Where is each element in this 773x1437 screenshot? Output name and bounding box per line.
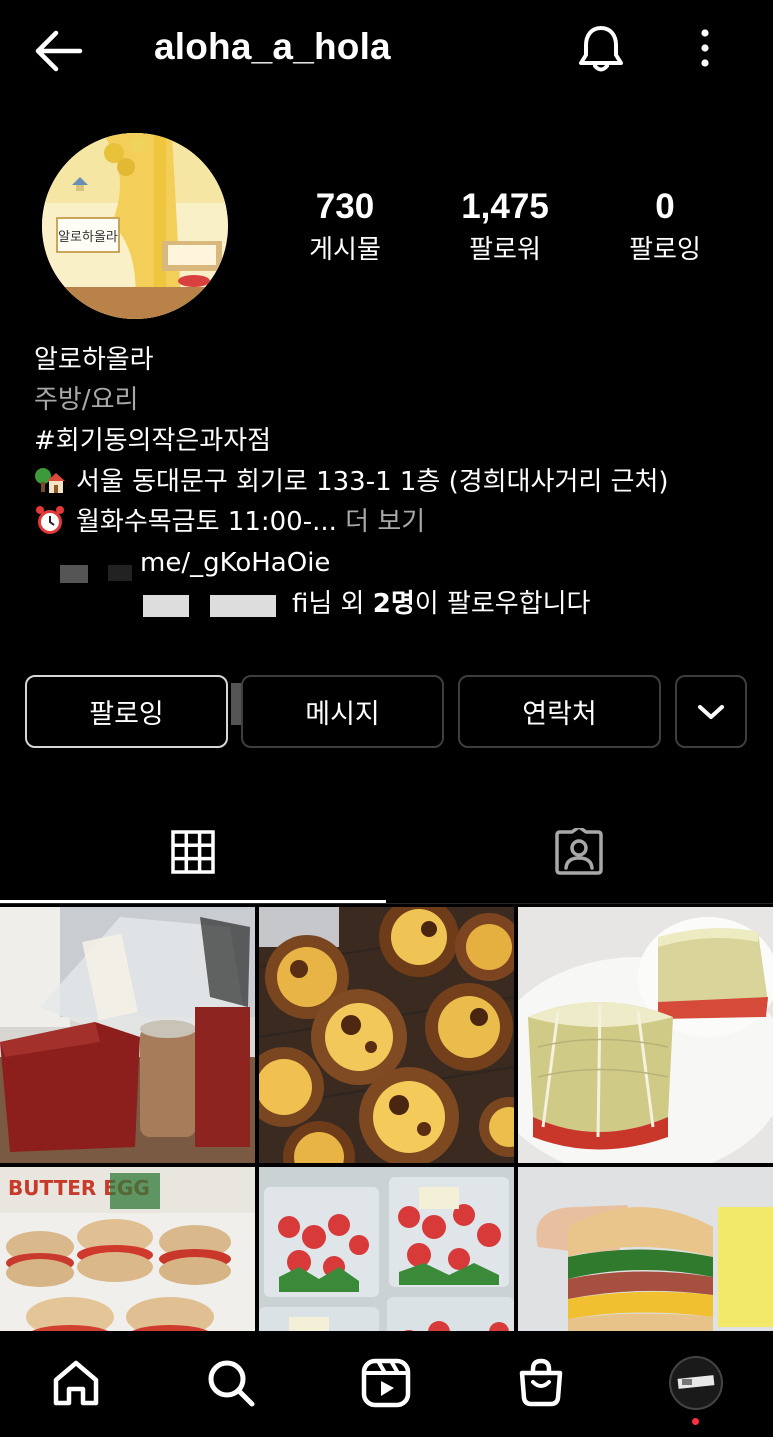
profile-hours-line: 월화수목금토 11:00-... 더 보기: [34, 502, 764, 542]
profile-link[interactable]: me/_gKoHaOie: [140, 543, 773, 583]
profile-name: 알로하올라: [34, 345, 154, 375]
link-redaction: [60, 565, 88, 583]
house-with-garden-emoji: [35, 468, 65, 493]
following-count[interactable]: 0 팔로잉: [595, 186, 735, 270]
chevron-down-icon: [698, 704, 724, 719]
followed-by-suffix: 이 팔로우합니다: [414, 589, 591, 619]
shop-icon[interactable]: [511, 1353, 571, 1413]
search-icon[interactable]: [201, 1353, 261, 1413]
tagged-person-icon: [555, 828, 603, 875]
posts-grid: BUTTER EGG: [0, 907, 773, 1331]
home-icon[interactable]: [46, 1353, 106, 1413]
bell-icon[interactable]: [574, 22, 628, 76]
back-arrow-icon[interactable]: [30, 26, 86, 76]
more-vertical-icon[interactable]: [690, 24, 720, 74]
post-thumbnail[interactable]: [259, 907, 514, 1163]
following-button-label: 팔로잉: [89, 699, 164, 730]
address-text: 서울 동대문구 회기로 133-1 1층 (경희대사거리 근처): [76, 467, 669, 497]
profile-hashtag[interactable]: #회기동의작은과자점: [34, 421, 764, 461]
message-button-label: 메시지: [305, 699, 380, 730]
profile-category: 주방/요리: [34, 385, 139, 415]
following-count-value: 0: [655, 187, 675, 226]
tabs-divider: [0, 903, 773, 904]
follower-redaction: [210, 595, 276, 617]
more-link[interactable]: 더 보기: [345, 507, 425, 537]
alarm-clock-emoji: [36, 506, 64, 534]
followed-by-text[interactable]: fi님 외 2명이 팔로우합니다: [292, 584, 773, 624]
followers-count-value: 1,475: [461, 187, 549, 226]
posts-count-value: 730: [315, 187, 375, 226]
followers-count[interactable]: 1,475 팔로워: [435, 186, 575, 270]
following-button[interactable]: 팔로잉: [25, 675, 228, 748]
profile-address-line: 서울 동대문구 회기로 133-1 1층 (경희대사거리 근처): [34, 462, 764, 502]
username-title: aloha_a_hola: [154, 26, 391, 67]
posts-count[interactable]: 730 게시물: [275, 186, 415, 270]
grid-icon: [171, 830, 215, 874]
avatar-sign-text: 알로하올라: [58, 230, 118, 245]
notification-dot: [692, 1418, 699, 1425]
post-thumbnail[interactable]: [518, 1167, 773, 1331]
followed-by-prefix: fi님 외: [292, 589, 373, 619]
follower-redaction: [143, 595, 189, 617]
following-count-label: 팔로잉: [629, 235, 701, 265]
top-bar: aloha_a_hola: [0, 0, 773, 100]
contact-button[interactable]: 연락처: [458, 675, 661, 748]
post-thumbnail[interactable]: [259, 1167, 514, 1331]
message-button[interactable]: 메시지: [241, 675, 444, 748]
bottom-nav: [0, 1331, 773, 1437]
tab-tagged[interactable]: [386, 800, 772, 904]
link-redaction: [108, 565, 132, 581]
suggested-accounts-button[interactable]: [675, 675, 747, 748]
hours-text: 월화수목금토 11:00-...: [76, 507, 337, 537]
post-thumbnail[interactable]: [518, 907, 773, 1163]
contact-button-label: 연락처: [522, 699, 597, 730]
profile-tabs: [0, 800, 773, 904]
followed-by-count: 2명: [372, 589, 415, 619]
post-thumbnail[interactable]: BUTTER EGG: [0, 1167, 255, 1331]
followers-count-label: 팔로워: [469, 235, 541, 265]
post-thumbnail[interactable]: [0, 907, 255, 1163]
tab-posts-grid[interactable]: [0, 800, 386, 904]
profile-avatar[interactable]: [666, 1353, 726, 1413]
reels-icon[interactable]: [356, 1353, 416, 1413]
profile-avatar[interactable]: 알로하올라: [42, 133, 228, 319]
posts-count-label: 게시물: [309, 235, 381, 265]
